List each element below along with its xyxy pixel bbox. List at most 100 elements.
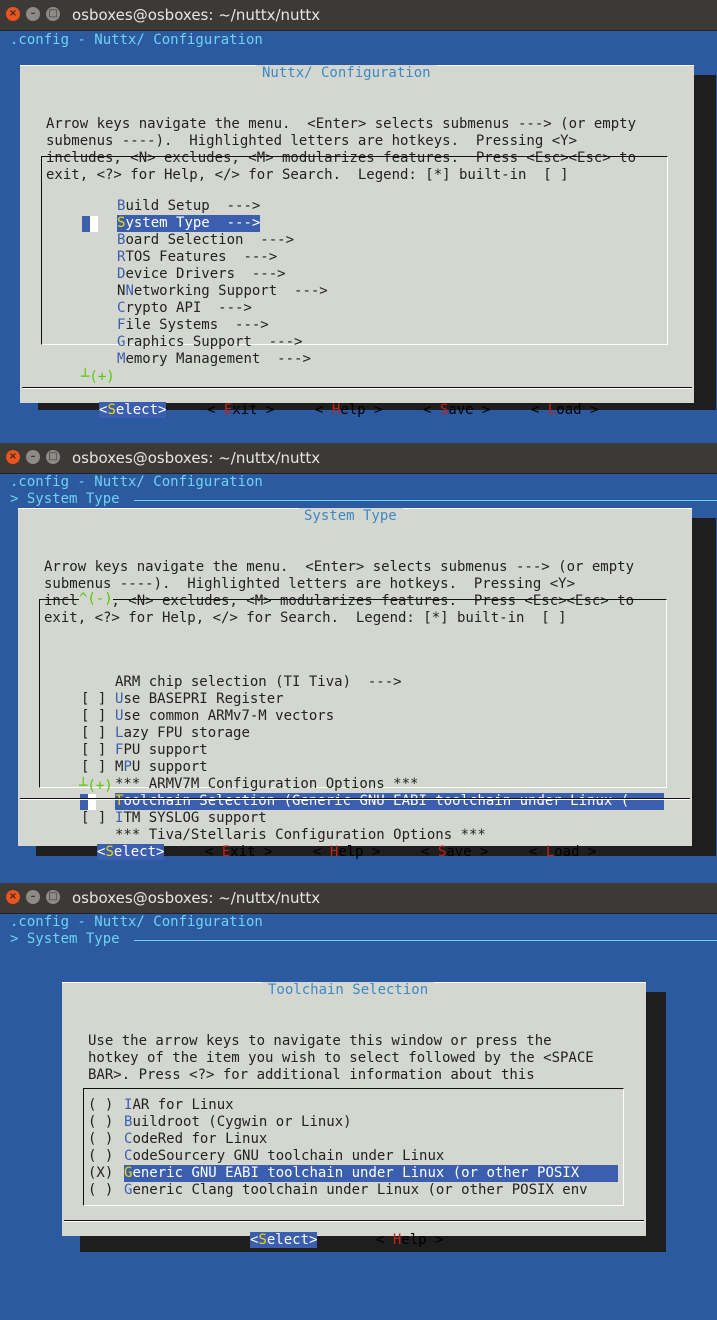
menu-item[interactable]: Build Setup ---> — [117, 198, 260, 215]
title-bar: × – □ osboxes@osboxes: ~/nuttx/nuttx — [0, 443, 717, 474]
help-button[interactable]: < Help > — [315, 402, 382, 418]
menu-item-label: *** Tiva/Stellaris Configuration Options… — [115, 827, 486, 843]
menu-item[interactable]: Use BASEPRI Register — [115, 691, 284, 708]
title-bar: × – □ osboxes@osboxes: ~/nuttx/nuttx — [0, 0, 717, 31]
menu-item-label: uildroot (Cygwin or Linux) — [132, 1114, 352, 1130]
selection-cursor-gap — [88, 794, 96, 810]
button-hotkey: S — [258, 1232, 267, 1248]
menu-item[interactable]: ARM chip selection (TI Tiva) ---> — [115, 674, 402, 691]
radiolist-dialog: Toolchain Selection Use the arrow keys t… — [62, 982, 646, 1248]
checkbox-indicator[interactable]: ( ) — [88, 1114, 113, 1131]
select-button[interactable]: <Select> — [250, 1232, 318, 1248]
menu-item[interactable]: NNetworking Support ---> — [117, 283, 328, 300]
menu-item[interactable]: CodeRed for Linux — [124, 1131, 267, 1148]
checkbox-indicator[interactable]: ( ) — [88, 1182, 113, 1199]
menu-item-label: PU support — [123, 742, 208, 758]
menu-item-label: ile Systems ---> — [125, 317, 269, 333]
menu-item[interactable]: FPU support — [115, 742, 208, 759]
menu-item[interactable]: Buildroot (Cygwin or Linux) — [124, 1114, 352, 1131]
checkbox-indicator[interactable]: [ ] — [81, 810, 106, 827]
window-title: osboxes@osboxes: ~/nuttx/nuttx — [72, 6, 321, 24]
button-label: elect> — [113, 844, 165, 860]
checkbox-indicator[interactable]: (X) — [88, 1165, 113, 1182]
menu-item[interactable]: Board Selection ---> — [117, 232, 294, 249]
menu-item[interactable]: Crypto API ---> — [117, 300, 252, 317]
selection-cursor — [80, 794, 88, 810]
menu-item-label: azy FPU storage — [123, 725, 250, 741]
minimize-window-icon[interactable]: – — [26, 7, 40, 21]
select-button[interactable]: <Select> — [97, 844, 165, 860]
load-button[interactable]: < Load > — [531, 402, 598, 418]
menu-item-label: ARM chip selection (TI Tiva) ---> — [115, 674, 402, 690]
menu-item[interactable]: System Type ---> — [117, 215, 261, 232]
checkbox-indicator[interactable]: [ ] — [81, 742, 106, 759]
checkbox-indicator[interactable]: [ ] — [81, 691, 106, 708]
terminal-window-1: × – □ osboxes@osboxes: ~/nuttx/nuttx .co… — [0, 0, 717, 440]
menu-dialog: Nuttx/ Configuration Arrow keys navigate… — [20, 65, 694, 418]
button-hotkey: S — [105, 844, 114, 860]
menu-item-hotkey: P — [123, 759, 132, 775]
menu-item[interactable]: MPU support — [115, 759, 208, 776]
more-below-indicator: ┴(+) — [79, 778, 113, 794]
checkbox-indicator[interactable]: [ ] — [81, 759, 106, 776]
menu-item[interactable]: Device Drivers ---> — [117, 266, 286, 283]
button-label: ave > — [446, 844, 489, 860]
menu-item[interactable]: RTOS Features ---> — [117, 249, 277, 266]
checkbox-indicator[interactable] — [81, 827, 106, 844]
minimize-window-icon[interactable]: – — [26, 890, 40, 904]
load-button[interactable]: < Load > — [529, 844, 596, 860]
save-button[interactable]: < Save > — [421, 844, 488, 860]
select-button[interactable]: <Select> — [99, 402, 167, 418]
checkbox-indicator[interactable] — [81, 674, 106, 691]
menu-item[interactable]: Generic Clang toolchain under Linux (or … — [124, 1182, 588, 1199]
maximize-window-icon[interactable]: □ — [46, 450, 60, 464]
close-window-icon[interactable]: × — [6, 7, 20, 21]
config-header: .config - Nuttx/ Configuration — [10, 32, 263, 48]
menu-item-label: ystem Type ---> — [125, 215, 261, 231]
checkbox-indicator[interactable]: ( ) — [88, 1148, 113, 1165]
menu-item-label: raphics Support ---> — [125, 334, 303, 350]
button-label: elp > — [338, 844, 381, 860]
button-hotkey: S — [107, 402, 116, 418]
maximize-window-icon[interactable]: □ — [46, 890, 60, 904]
button-label: xit > — [232, 402, 275, 418]
button-bracket: < — [423, 402, 440, 418]
menu-item[interactable]: *** ARMV7M Configuration Options *** — [115, 776, 418, 793]
dialog-title: System Type — [298, 508, 403, 524]
button-label: elect> — [115, 402, 167, 418]
menu-item-label: TOS Features ---> — [125, 249, 278, 265]
button-label: elect> — [266, 1232, 318, 1248]
header-rule — [10, 55, 707, 56]
maximize-window-icon[interactable]: □ — [46, 7, 60, 21]
menu-item[interactable]: Memory Management ---> — [117, 351, 311, 368]
menu-item-label: AR for Linux — [132, 1097, 234, 1113]
checkbox-indicator[interactable]: [ ] — [81, 725, 106, 742]
menu-item[interactable]: Use common ARMv7-M vectors — [115, 708, 334, 725]
menu-item-label: rypto API ---> — [125, 300, 252, 316]
checkbox-indicator[interactable]: [ ] — [81, 708, 106, 725]
window-title: osboxes@osboxes: ~/nuttx/nuttx — [72, 889, 321, 907]
menu-item[interactable]: IAR for Linux — [124, 1097, 234, 1114]
help-button[interactable]: < Help > — [313, 844, 380, 860]
menu-item[interactable]: Toolchain Selection (Generic GNU EABI to… — [115, 793, 664, 810]
close-window-icon[interactable]: × — [6, 450, 20, 464]
menu-item-label: odeSourcery GNU toolchain under Linux — [132, 1148, 445, 1164]
exit-button[interactable]: < Exit > — [205, 844, 272, 860]
button-bracket: < — [531, 402, 548, 418]
minimize-window-icon[interactable]: – — [26, 450, 40, 464]
exit-button[interactable]: < Exit > — [207, 402, 274, 418]
close-window-icon[interactable]: × — [6, 890, 20, 904]
checkbox-indicator[interactable]: ( ) — [88, 1097, 113, 1114]
menu-item[interactable]: CodeSourcery GNU toolchain under Linux — [124, 1148, 444, 1165]
menu-item[interactable]: Lazy FPU storage — [115, 725, 250, 742]
dialog-title: Toolchain Selection — [262, 982, 435, 998]
menu-item[interactable]: *** Tiva/Stellaris Configuration Options… — [115, 827, 486, 844]
menu-item[interactable]: ITM SYSLOG support — [115, 810, 267, 827]
save-button[interactable]: < Save > — [423, 402, 490, 418]
menu-item[interactable]: File Systems ---> — [117, 317, 269, 334]
help-button[interactable]: < Help > — [376, 1232, 443, 1248]
menu-item[interactable]: Generic GNU EABI toolchain under Linux (… — [124, 1165, 618, 1182]
checkbox-indicator[interactable]: ( ) — [88, 1131, 113, 1148]
breadcrumb: > System Type — [10, 491, 120, 507]
menu-item[interactable]: Graphics Support ---> — [117, 334, 302, 351]
